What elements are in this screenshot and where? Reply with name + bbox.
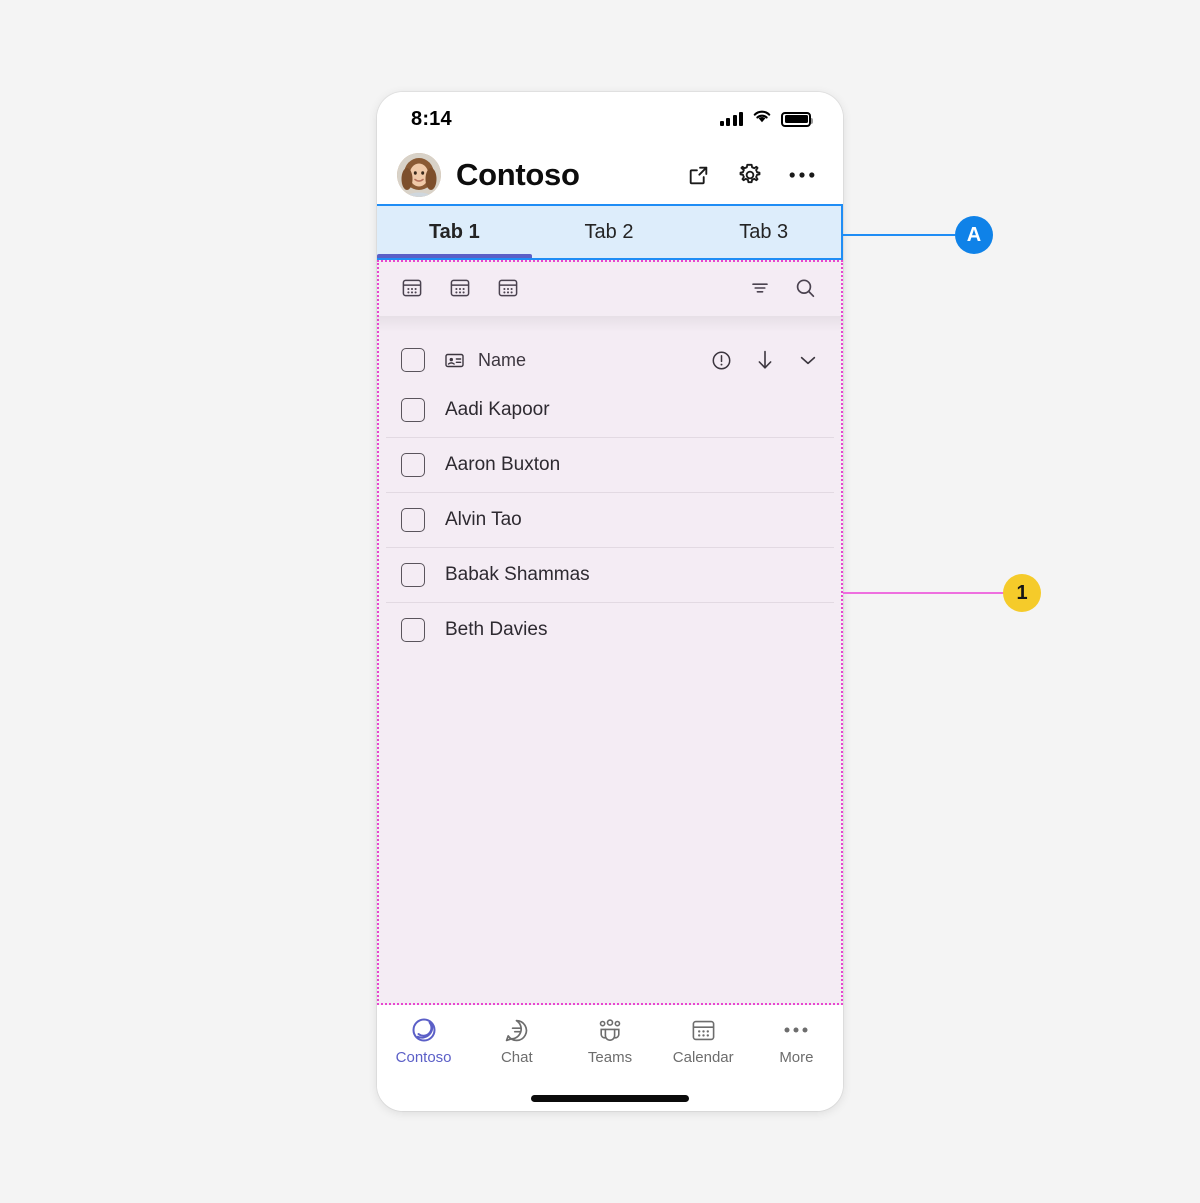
tab-strip: Tab 1 Tab 2 Tab 3 <box>377 204 843 260</box>
people-list: Name Aadi Kapoor Aaron Buxton Alvin Tao … <box>377 316 843 1005</box>
nav-item-more[interactable]: More <box>750 1015 843 1066</box>
exclamation-circle-icon[interactable] <box>710 349 733 372</box>
row-name-label: Alvin Tao <box>445 508 522 530</box>
callout-line-a <box>843 234 955 236</box>
calendar-grid-icon-1[interactable] <box>401 277 423 299</box>
app-header: Contoso <box>377 146 843 204</box>
list-empty-space <box>377 657 843 1005</box>
column-header-name: Name <box>478 349 527 370</box>
nav-label-contoso: Contoso <box>395 1049 452 1066</box>
nav-label-more: More <box>779 1049 814 1066</box>
table-row[interactable]: Alvin Tao <box>377 492 843 547</box>
gear-icon[interactable] <box>735 160 765 190</box>
teams-people-icon <box>596 1015 624 1045</box>
nav-item-calendar[interactable]: Calendar <box>657 1015 750 1066</box>
ellipsis-icon[interactable] <box>787 160 817 190</box>
nav-label-teams: Teams <box>587 1049 633 1066</box>
contoso-logo-icon <box>410 1015 438 1045</box>
status-bar-icons <box>719 109 813 129</box>
external-link-icon[interactable] <box>683 160 713 190</box>
callout-badge-a-label: A <box>966 223 982 246</box>
contact-card-icon <box>444 350 465 371</box>
bottom-navigation: Contoso Chat Teams Calendar More <box>377 1005 843 1085</box>
nav-label-chat: Chat <box>500 1049 533 1066</box>
calendar-grid-icon-3[interactable] <box>497 277 519 299</box>
wifi-icon <box>752 109 772 129</box>
row-checkbox[interactable] <box>401 397 425 422</box>
nav-label-calendar: Calendar <box>672 1049 734 1066</box>
tab-3-label: Tab 3 <box>739 220 789 243</box>
table-row[interactable]: Aadi Kapoor <box>377 382 843 437</box>
cellular-signal-icon <box>719 112 743 126</box>
command-toolbar <box>377 260 843 316</box>
filter-icon[interactable] <box>749 277 771 299</box>
calendar-icon <box>690 1015 717 1045</box>
nav-item-contoso[interactable]: Contoso <box>377 1015 470 1066</box>
list-header-actions <box>710 348 819 372</box>
status-bar: 8:14 <box>377 92 843 146</box>
nav-item-chat[interactable]: Chat <box>470 1015 563 1066</box>
nav-item-teams[interactable]: Teams <box>563 1015 656 1066</box>
command-toolbar-left <box>401 277 519 299</box>
calendar-grid-icon-2[interactable] <box>449 277 471 299</box>
callout-badge-a: A <box>955 216 993 254</box>
ellipsis-icon <box>783 1015 809 1045</box>
row-checkbox[interactable] <box>401 507 425 532</box>
screenshot-canvas: 8:14 Contoso Tab 1 Tab 2 Tab 3 Name Aadi… <box>0 0 1200 1203</box>
table-row[interactable]: Babak Shammas <box>377 547 843 602</box>
phone-frame: 8:14 Contoso Tab 1 Tab 2 Tab 3 Name Aadi… <box>377 92 843 1111</box>
row-checkbox[interactable] <box>401 452 425 477</box>
tab-1[interactable]: Tab 1 <box>377 206 532 258</box>
chevron-down-icon[interactable] <box>797 349 819 371</box>
page-title: Contoso <box>456 157 580 192</box>
select-all-checkbox[interactable] <box>401 348 425 372</box>
tab-2[interactable]: Tab 2 <box>532 206 687 258</box>
row-name-label: Babak Shammas <box>445 563 590 585</box>
tab-2-label: Tab 2 <box>584 220 634 243</box>
command-toolbar-right <box>749 277 817 300</box>
callout-badge-1-label: 1 <box>1016 581 1028 604</box>
callout-badge-1: 1 <box>1003 574 1041 612</box>
tab-3[interactable]: Tab 3 <box>686 206 841 258</box>
search-icon[interactable] <box>794 277 817 300</box>
table-row[interactable]: Aaron Buxton <box>377 437 843 492</box>
row-checkbox[interactable] <box>401 562 425 587</box>
row-name-label: Beth Davies <box>445 618 548 640</box>
app-header-actions <box>683 160 817 190</box>
content-region: Name Aadi Kapoor Aaron Buxton Alvin Tao … <box>377 260 843 1005</box>
arrow-down-icon[interactable] <box>754 348 776 372</box>
battery-full-icon <box>781 111 813 127</box>
home-indicator <box>531 1094 689 1102</box>
chat-bubble-icon <box>503 1015 530 1045</box>
row-name-label: Aadi Kapoor <box>445 398 550 420</box>
tab-1-label: Tab 1 <box>428 220 480 243</box>
home-indicator-area <box>377 1085 843 1111</box>
row-name-label: Aaron Buxton <box>445 453 561 475</box>
avatar[interactable] <box>397 153 441 197</box>
row-checkbox[interactable] <box>401 617 425 642</box>
callout-line-1 <box>843 592 1005 594</box>
table-row[interactable]: Beth Davies <box>377 602 843 657</box>
list-header-row: Name <box>377 338 843 382</box>
status-bar-time: 8:14 <box>411 107 452 130</box>
